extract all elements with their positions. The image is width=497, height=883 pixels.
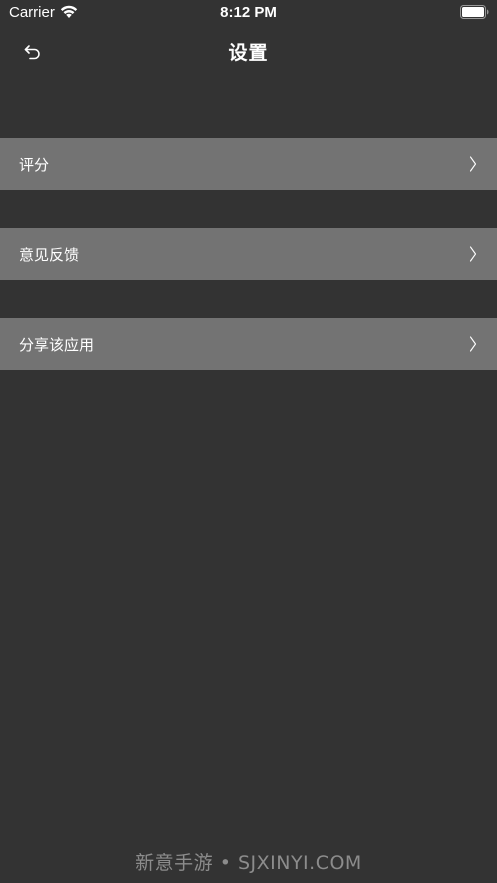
clock-time: 8:12 PM	[220, 4, 277, 21]
chevron-right-icon	[469, 336, 477, 352]
battery-icon	[460, 5, 489, 19]
settings-item-label: 评分	[19, 156, 50, 174]
chevron-right-icon	[469, 246, 477, 262]
chevron-right-icon	[469, 156, 477, 172]
watermark-text: 新意手游 • SJXINYI.COM	[135, 852, 362, 874]
settings-item-feedback[interactable]: 意见反馈	[0, 228, 497, 280]
settings-item-label: 意见反馈	[19, 246, 80, 264]
settings-item-rate[interactable]: 评分	[0, 138, 497, 190]
settings-item-share-app[interactable]: 分享该应用	[0, 318, 497, 370]
settings-item-label: 分享该应用	[19, 336, 95, 354]
status-bar: Carrier 8:12 PM	[0, 0, 497, 26]
settings-screen: Carrier 8:12 PM 设置 评分 意见反馈 分享该应用 新意手游 • …	[0, 0, 497, 883]
navigation-bar: 设置	[0, 26, 497, 78]
page-title: 设置	[228, 42, 269, 64]
